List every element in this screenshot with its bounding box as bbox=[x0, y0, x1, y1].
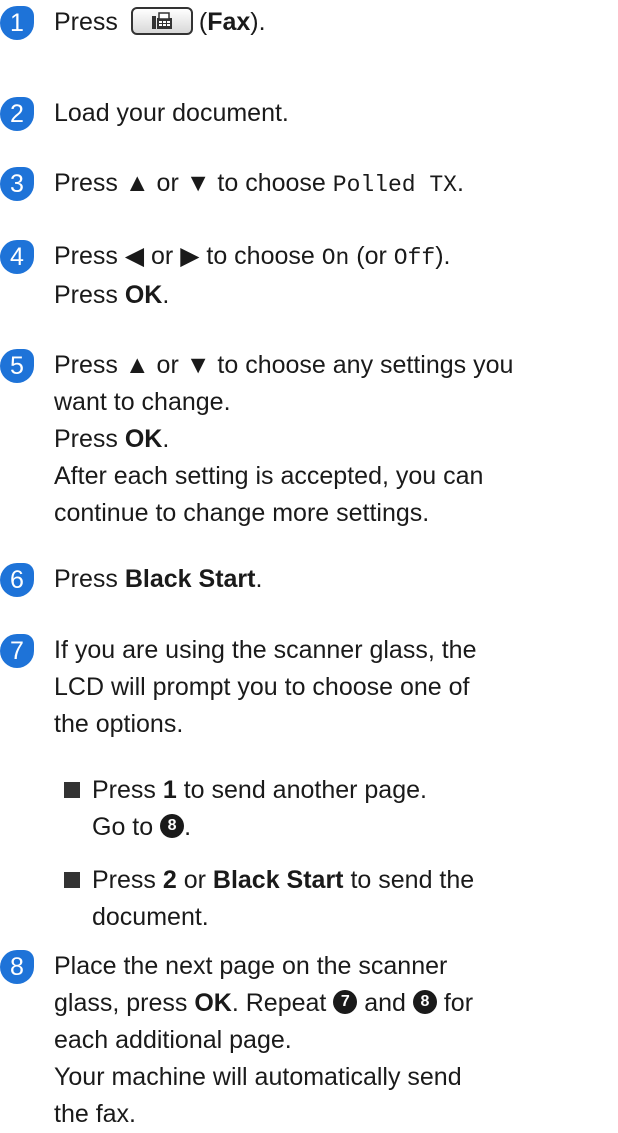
instruction-page: 1 Press (Fax). 2 Load your document. 3 P… bbox=[0, 0, 618, 1128]
step-number-6: 6 bbox=[0, 563, 34, 597]
step-number-2: 2 bbox=[0, 97, 34, 131]
step-5-text: Press ▲ or ▼ to choose any settings you … bbox=[54, 351, 514, 527]
step-number-5: 5 bbox=[0, 349, 34, 383]
sub-item-1: Press 1 to send another page. Go to 8. bbox=[64, 772, 612, 846]
step-number-3: 3 bbox=[0, 167, 34, 201]
step-number-4: 4 bbox=[0, 240, 34, 274]
step-number-8: 8 bbox=[0, 950, 34, 984]
step-1-text: Press (Fax). bbox=[54, 7, 266, 36]
step-ref-8-icon: 8 bbox=[412, 990, 437, 1015]
bullet-square-icon bbox=[64, 782, 80, 798]
sub-item-2: Press 2 or Black Start to send the docum… bbox=[64, 862, 612, 936]
step-6-text: Press Black Start. bbox=[54, 565, 263, 593]
step-number-7: 7 bbox=[0, 634, 34, 668]
fax-key-icon bbox=[130, 7, 193, 36]
step-4-text: Press ◀ or ▶ to choose On (or Off). Pres… bbox=[54, 242, 451, 309]
bullet-square-icon bbox=[64, 872, 80, 888]
step-ref-8-icon: 8 bbox=[160, 814, 185, 839]
step-8-text: Place the next page on the scanner glass… bbox=[54, 952, 474, 1128]
step-ref-7-icon: 7 bbox=[333, 990, 358, 1015]
step-number-1: 1 bbox=[0, 6, 34, 40]
step-3-text: Press ▲ or ▼ to choose Polled TX. bbox=[54, 169, 464, 198]
step-7-text: If you are using the scanner glass, the … bbox=[54, 636, 477, 738]
step-2-text: Load your document. bbox=[54, 99, 289, 127]
